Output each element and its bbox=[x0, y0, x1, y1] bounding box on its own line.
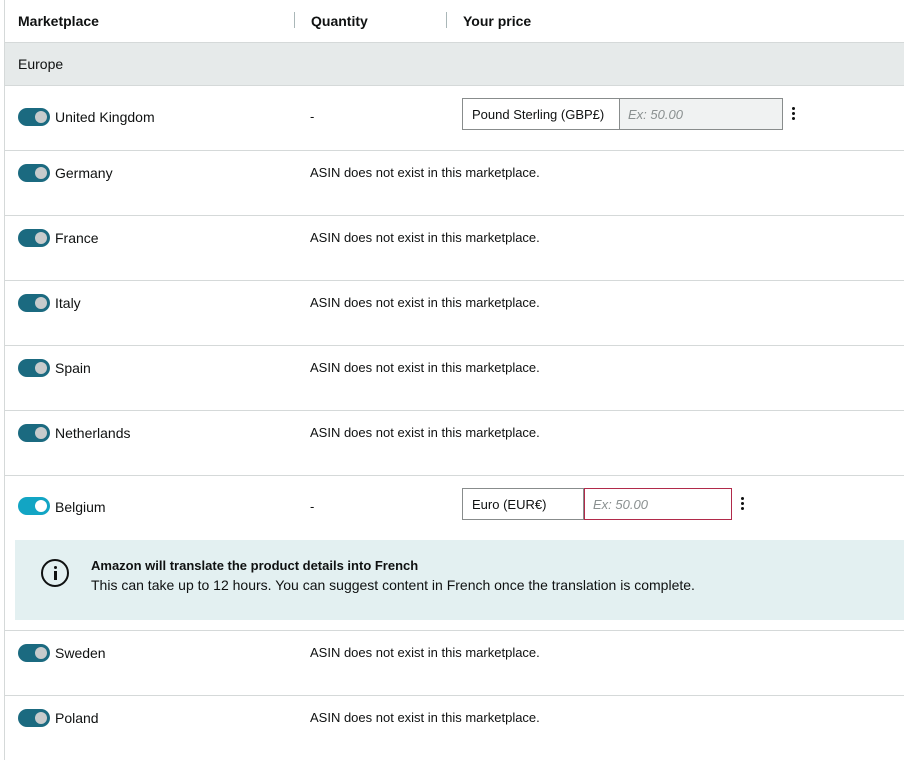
more-options-icon[interactable] bbox=[790, 107, 796, 123]
currency-label: Euro (EUR€) bbox=[462, 488, 584, 520]
price-input[interactable]: Ex: 50.00 bbox=[584, 488, 732, 520]
marketplace-toggle[interactable] bbox=[18, 497, 50, 515]
column-resize-handle[interactable] bbox=[294, 12, 295, 28]
marketplace-toggle[interactable] bbox=[18, 229, 50, 247]
price-input[interactable]: Ex: 50.00 bbox=[620, 98, 783, 130]
asin-missing-message: ASIN does not exist in this marketplace. bbox=[310, 425, 540, 440]
marketplace-name: Spain bbox=[55, 360, 91, 376]
table-row: Italy ASIN does not exist in this market… bbox=[5, 281, 904, 346]
table-row: Netherlands ASIN does not exist in this … bbox=[5, 411, 904, 476]
marketplace-name: Germany bbox=[55, 165, 113, 181]
group-row-europe: Europe bbox=[5, 43, 904, 86]
table-row: Sweden ASIN does not exist in this marke… bbox=[5, 631, 904, 696]
marketplace-name: Belgium bbox=[55, 499, 106, 515]
marketplace-name: Poland bbox=[55, 710, 99, 726]
marketplace-toggle[interactable] bbox=[18, 359, 50, 377]
table-header: Marketplace Quantity Your price bbox=[5, 0, 904, 43]
currency-label: Pound Sterling (GBP£) bbox=[462, 98, 620, 130]
marketplace-name: Netherlands bbox=[55, 425, 131, 441]
marketplace-name: United Kingdom bbox=[55, 109, 155, 125]
table-row: Germany ASIN does not exist in this mark… bbox=[5, 151, 904, 216]
info-icon bbox=[41, 559, 69, 587]
info-title: Amazon will translate the product detail… bbox=[91, 558, 419, 573]
price-field: Euro (EUR€) Ex: 50.00 bbox=[462, 488, 732, 520]
asin-missing-message: ASIN does not exist in this marketplace. bbox=[310, 360, 540, 375]
header-marketplace[interactable]: Marketplace bbox=[18, 13, 99, 29]
marketplace-name: Sweden bbox=[55, 645, 106, 661]
quantity-value: - bbox=[310, 109, 315, 124]
header-quantity[interactable]: Quantity bbox=[311, 13, 368, 29]
asin-missing-message: ASIN does not exist in this marketplace. bbox=[310, 295, 540, 310]
header-your-price[interactable]: Your price bbox=[463, 13, 531, 29]
asin-missing-message: ASIN does not exist in this marketplace. bbox=[310, 645, 540, 660]
marketplace-toggle[interactable] bbox=[18, 424, 50, 442]
marketplace-toggle[interactable] bbox=[18, 644, 50, 662]
marketplace-name: Italy bbox=[55, 295, 81, 311]
quantity-value: - bbox=[310, 499, 315, 514]
asin-missing-message: ASIN does not exist in this marketplace. bbox=[310, 710, 540, 725]
marketplace-toggle[interactable] bbox=[18, 294, 50, 312]
table-row: Spain ASIN does not exist in this market… bbox=[5, 346, 904, 411]
marketplace-toggle[interactable] bbox=[18, 164, 50, 182]
info-body: This can take up to 12 hours. You can su… bbox=[91, 577, 695, 593]
asin-missing-message: ASIN does not exist in this marketplace. bbox=[310, 165, 540, 180]
table-row: Poland ASIN does not exist in this marke… bbox=[5, 696, 904, 760]
more-options-icon[interactable] bbox=[739, 497, 745, 513]
table-row: France ASIN does not exist in this marke… bbox=[5, 216, 904, 281]
column-resize-handle[interactable] bbox=[446, 12, 447, 28]
marketplace-name: France bbox=[55, 230, 99, 246]
price-field: Pound Sterling (GBP£) Ex: 50.00 bbox=[462, 98, 783, 130]
table-row: United Kingdom - Pound Sterling (GBP£) E… bbox=[5, 86, 904, 151]
group-label: Europe bbox=[18, 56, 64, 72]
asin-missing-message: ASIN does not exist in this marketplace. bbox=[310, 230, 540, 245]
marketplace-toggle[interactable] bbox=[18, 709, 50, 727]
marketplace-toggle[interactable] bbox=[18, 108, 50, 126]
translation-info-banner: Amazon will translate the product detail… bbox=[15, 540, 904, 620]
